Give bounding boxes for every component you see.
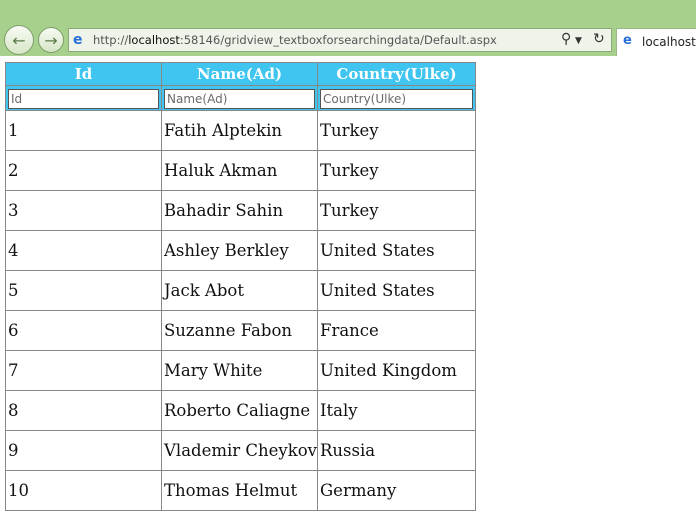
cell-name: Thomas Helmut xyxy=(161,470,318,511)
table-row: 5 Jack Abot United States xyxy=(5,270,476,311)
cell-name: Fatih Alptekin xyxy=(161,110,318,151)
cell-country: France xyxy=(317,310,476,351)
cell-country: Russia xyxy=(317,430,476,471)
address-bar[interactable]: e http://localhost:58146/gridview_textbo… xyxy=(68,28,612,52)
cell-name: Bahadir Sahin xyxy=(161,190,318,231)
cell-name: Vlademir Cheykov xyxy=(161,430,318,471)
cell-country: United States xyxy=(317,270,476,311)
browser-chrome: ← → e http://localhost:58146/gridview_te… xyxy=(0,0,696,56)
table-row: 4 Ashley Berkley United States xyxy=(5,230,476,271)
ie-tab-icon: e xyxy=(623,33,632,48)
tab-title: localhost xyxy=(642,35,696,49)
cell-country: Italy xyxy=(317,390,476,431)
back-button[interactable]: ← xyxy=(4,25,34,55)
id-search-input[interactable] xyxy=(8,88,159,109)
grid-header-row: Id Name(Ad) Country(Ulke) xyxy=(5,62,476,86)
cell-id: 9 xyxy=(5,430,162,471)
cell-name: Roberto Caliagne xyxy=(161,390,318,431)
cell-id: 10 xyxy=(5,470,162,511)
cell-country: Turkey xyxy=(317,110,476,151)
table-row: 9 Vlademir Cheykov Russia xyxy=(5,430,476,471)
cell-country: Turkey xyxy=(317,190,476,231)
cell-country: Turkey xyxy=(317,150,476,191)
table-row: 10 Thomas Helmut Germany xyxy=(5,470,476,511)
grid-filter-row xyxy=(5,85,476,111)
chevron-down-icon[interactable]: ▼ xyxy=(575,36,582,46)
table-row: 7 Mary White United Kingdom xyxy=(5,350,476,391)
cell-id: 6 xyxy=(5,310,162,351)
refresh-icon[interactable]: ↻ xyxy=(593,31,605,47)
table-row: 2 Haluk Akman Turkey xyxy=(5,150,476,191)
cell-id: 7 xyxy=(5,350,162,391)
cell-name: Ashley Berkley xyxy=(161,230,318,271)
cell-id: 1 xyxy=(5,110,162,151)
forward-arrow-icon: → xyxy=(44,30,58,50)
cell-id: 8 xyxy=(5,390,162,431)
search-icon[interactable]: ⚲ xyxy=(561,31,571,47)
header-id[interactable]: Id xyxy=(5,62,162,86)
cell-name: Mary White xyxy=(161,350,318,391)
table-row: 1 Fatih Alptekin Turkey xyxy=(5,110,476,151)
browser-tab[interactable]: e localhost xyxy=(616,28,696,56)
cell-id: 2 xyxy=(5,150,162,191)
cell-name: Suzanne Fabon xyxy=(161,310,318,351)
url-text: http://localhost:58146/gridview_textboxf… xyxy=(93,33,497,47)
table-row: 6 Suzanne Fabon France xyxy=(5,310,476,351)
cell-id: 3 xyxy=(5,190,162,231)
forward-button[interactable]: → xyxy=(38,27,64,53)
name-search-input[interactable] xyxy=(164,88,315,109)
cell-id: 5 xyxy=(5,270,162,311)
cell-id: 4 xyxy=(5,230,162,271)
data-grid: Id Name(Ad) Country(Ulke) 1 Fatih Alptek… xyxy=(5,62,476,511)
table-row: 3 Bahadir Sahin Turkey xyxy=(5,190,476,231)
back-arrow-icon: ← xyxy=(12,30,26,50)
header-country[interactable]: Country(Ulke) xyxy=(317,62,476,86)
country-search-input[interactable] xyxy=(320,88,473,109)
table-row: 8 Roberto Caliagne Italy xyxy=(5,390,476,431)
cell-country: United States xyxy=(317,230,476,271)
cell-name: Haluk Akman xyxy=(161,150,318,191)
cell-country: United Kingdom xyxy=(317,350,476,391)
cell-name: Jack Abot xyxy=(161,270,318,311)
header-name[interactable]: Name(Ad) xyxy=(161,62,318,86)
cell-country: Germany xyxy=(317,470,476,511)
ie-page-icon: e xyxy=(73,32,83,48)
